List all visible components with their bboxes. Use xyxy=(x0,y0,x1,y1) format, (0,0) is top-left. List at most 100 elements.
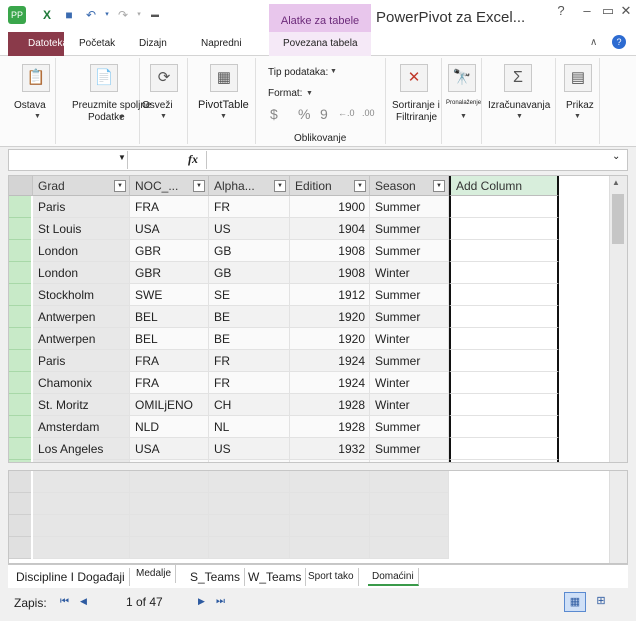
column-header-noc[interactable]: NOC_... ▼ xyxy=(130,176,209,196)
table-cell[interactable]: Stockholm xyxy=(33,284,130,306)
calc-cell[interactable] xyxy=(33,471,130,493)
add-column-cell[interactable] xyxy=(449,328,559,350)
next-record-button[interactable]: ▶ xyxy=(198,596,205,607)
calc-cell[interactable] xyxy=(130,471,209,493)
last-record-button[interactable]: ⏭ xyxy=(216,596,225,607)
calculation-area[interactable] xyxy=(8,470,628,564)
table-cell[interactable]: Summer xyxy=(370,218,449,240)
table-cell[interactable]: FRA xyxy=(130,350,209,372)
table-cell[interactable]: FR xyxy=(209,372,290,394)
table-cell[interactable]: 1920 xyxy=(290,328,370,350)
table-cell[interactable]: USA xyxy=(130,438,209,460)
table-cell[interactable]: OMILjENO xyxy=(130,394,209,416)
table-cell[interactable]: Winter xyxy=(370,328,449,350)
table-cell[interactable]: Los Angeles xyxy=(33,438,130,460)
calc-row-selector[interactable] xyxy=(9,537,31,559)
redo-dropdown-icon[interactable]: ▾ xyxy=(132,8,146,22)
grid-view-icon[interactable]: ▦ xyxy=(564,592,586,612)
filter-dropdown-icon[interactable]: ▼ xyxy=(433,180,445,192)
tab-design[interactable]: Dizajn xyxy=(139,38,167,49)
currency-button[interactable]: $ xyxy=(270,106,278,122)
calc-cell[interactable] xyxy=(370,537,449,559)
formula-input[interactable] xyxy=(206,151,606,169)
format-label[interactable]: Format: xyxy=(268,88,302,99)
minimize-button[interactable]: – xyxy=(572,0,602,22)
sum-icon[interactable]: Σ xyxy=(504,64,532,92)
table-cell[interactable]: 1904 xyxy=(290,218,370,240)
fx-icon[interactable]: fx xyxy=(188,152,198,167)
first-record-button[interactable]: ⏮ xyxy=(60,596,69,607)
column-header-season[interactable]: Season ▼ xyxy=(370,176,449,196)
add-column-cell[interactable] xyxy=(449,218,559,240)
table-cell[interactable]: 1924 xyxy=(290,372,370,394)
table-cell[interactable]: 1932 xyxy=(290,438,370,460)
row-selector[interactable] xyxy=(9,218,31,240)
excel-icon[interactable]: X xyxy=(40,8,54,22)
add-column-cell[interactable] xyxy=(449,306,559,328)
table-cell[interactable]: BE xyxy=(209,328,290,350)
calc-row-selector[interactable] xyxy=(9,515,31,537)
calc-cell[interactable] xyxy=(209,493,290,515)
calc-row-selector[interactable] xyxy=(9,493,31,515)
table-cell[interactable]: Winter xyxy=(370,372,449,394)
sheet-tab-w-teams[interactable]: W_Teams xyxy=(244,568,307,586)
table-cell[interactable]: BEL xyxy=(130,328,209,350)
sort-label-1[interactable]: Sortiranje i xyxy=(392,100,440,111)
add-column-cell[interactable] xyxy=(449,284,559,306)
add-column-cell[interactable] xyxy=(449,394,559,416)
row-selector[interactable] xyxy=(9,394,31,416)
decrease-decimal-button[interactable]: .00 xyxy=(362,108,375,118)
table-cell[interactable]: Summer xyxy=(370,196,449,218)
table-cell[interactable]: 1924 xyxy=(290,350,370,372)
row-selector[interactable] xyxy=(9,350,31,372)
view-label[interactable]: Prikaz xyxy=(566,100,594,111)
table-cell[interactable]: 1912 xyxy=(290,284,370,306)
add-column-cell[interactable] xyxy=(449,416,559,438)
table-cell[interactable]: SWE xyxy=(130,284,209,306)
row-selector[interactable] xyxy=(9,196,31,218)
table-cell[interactable]: St. Moritz xyxy=(33,394,130,416)
filter-dropdown-icon[interactable]: ▼ xyxy=(114,180,126,192)
table-cell[interactable]: USA xyxy=(130,218,209,240)
diagram-view-icon[interactable]: ⊞ xyxy=(590,592,612,612)
sheet-tab-domacini[interactable]: Domaćini xyxy=(368,568,419,586)
table-cell[interactable]: Winter xyxy=(370,460,449,462)
percent-button[interactable]: % xyxy=(298,106,310,122)
column-header-grad[interactable]: Grad ▼ xyxy=(33,176,130,196)
table-cell[interactable]: Winter xyxy=(370,394,449,416)
calc-cell[interactable] xyxy=(209,537,290,559)
formula-expand-icon[interactable]: ⌄ xyxy=(612,151,620,162)
paste-icon[interactable]: 📋 xyxy=(22,64,50,92)
pivottable-label[interactable]: PivotTable xyxy=(198,99,249,111)
row-selector[interactable] xyxy=(9,328,31,350)
table-cell[interactable]: 1908 xyxy=(290,240,370,262)
table-cell[interactable]: London xyxy=(33,240,130,262)
table-cell[interactable]: London xyxy=(33,262,130,284)
calc-cell[interactable] xyxy=(130,515,209,537)
data-type-dropdown-icon[interactable]: ▼ xyxy=(330,68,337,75)
table-cell[interactable]: 1928 xyxy=(290,394,370,416)
sort-filter-icon[interactable]: ✕ xyxy=(400,64,428,92)
pivottable-icon[interactable]: ▦ xyxy=(210,64,238,92)
column-header-alpha[interactable]: Alpha... ▼ xyxy=(209,176,290,196)
table-cell[interactable]: 1900 xyxy=(290,196,370,218)
help-circle-icon[interactable]: ? xyxy=(612,35,626,49)
tab-linked-table[interactable]: Povezana tabela xyxy=(283,38,358,49)
add-column-cell[interactable] xyxy=(449,372,559,394)
calc-cell[interactable] xyxy=(33,493,130,515)
table-cell[interactable]: St Louis xyxy=(33,218,130,240)
ribbon-collapse-icon[interactable]: ∧ xyxy=(590,37,597,48)
calc-row-selector[interactable] xyxy=(9,471,31,493)
save-icon[interactable]: ■ xyxy=(62,8,76,22)
table-cell[interactable]: US xyxy=(209,438,290,460)
close-button[interactable]: ✕ xyxy=(616,0,636,22)
table-cell[interactable]: Summer xyxy=(370,350,449,372)
table-cell[interactable]: Summer xyxy=(370,306,449,328)
filter-dropdown-icon[interactable]: ▼ xyxy=(193,180,205,192)
prev-record-button[interactable]: ◀ xyxy=(80,596,87,607)
table-cell[interactable]: Antwerpen xyxy=(33,328,130,350)
add-column-cell[interactable] xyxy=(449,460,559,462)
table-cell[interactable]: 1928 xyxy=(290,416,370,438)
find-label[interactable]: Pronalaženje xyxy=(446,100,481,106)
calc-cell[interactable] xyxy=(290,515,370,537)
